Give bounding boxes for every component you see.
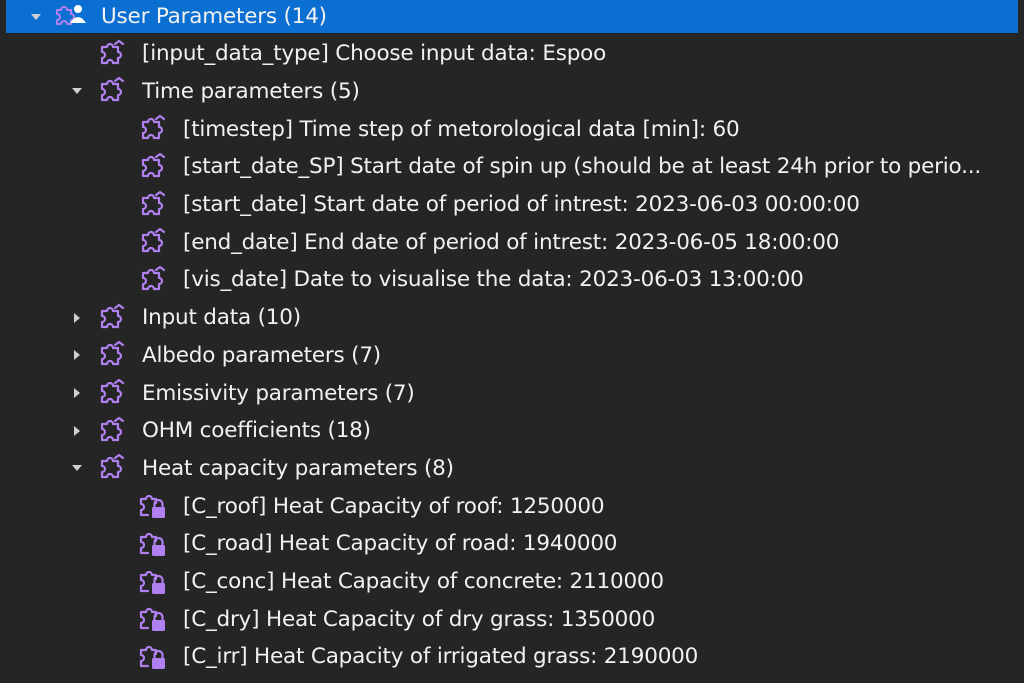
parameter-icon [95,376,129,410]
tree-row-label: [C_road] Heat Capacity of road: 1940000 [183,531,618,557]
tree-row-label: [vis_date] Date to visualise the data: 2… [183,267,804,293]
tree-row[interactable]: [end_date] End date of period of intrest… [0,223,1024,261]
chevron-down-icon[interactable] [67,458,87,478]
user-parameters-icon [54,0,88,34]
tree-row[interactable]: [C_dry] Heat Capacity of dry grass: 1350… [0,600,1024,638]
tree-row[interactable]: User Parameters (14) [6,0,1018,33]
tree-row[interactable]: Time parameters (5) [0,72,1024,110]
tree-row[interactable]: [start_date_SP] Start date of spin up (s… [0,148,1024,186]
tree-row[interactable]: Heat capacity parameters (8) [0,449,1024,487]
tree-row[interactable]: OHM coefficients (18) [0,412,1024,450]
tree-row[interactable]: Input data (10) [0,299,1024,337]
locked-parameter-icon [136,527,170,561]
tree-row[interactable]: [start_date] Start date of period of int… [0,186,1024,224]
tree-row[interactable]: [C_road] Heat Capacity of road: 1940000 [0,525,1024,563]
tree-row-label: OHM coefficients (18) [142,418,371,444]
chevron-down-icon[interactable] [67,81,87,101]
tree-row[interactable]: [C_roof] Heat Capacity of roof: 1250000 [0,487,1024,525]
tree-row-label: [C_irr] Heat Capacity of irrigated grass… [183,644,699,670]
tree-row-label: [C_roof] Heat Capacity of roof: 1250000 [183,493,605,519]
parameter-icon [136,263,170,297]
locked-parameter-icon [136,565,170,599]
parameter-icon [136,150,170,184]
tree-row[interactable]: [C_conc] Heat Capacity of concrete: 2110… [0,563,1024,601]
tree-row-label: [C_dry] Heat Capacity of dry grass: 1350… [183,606,656,632]
parameter-icon [95,301,129,335]
tree-row[interactable]: [C_irr] Heat Capacity of irrigated grass… [0,638,1024,676]
parameter-icon [136,225,170,259]
tree-row[interactable]: [timestep] Time step of metorological da… [0,110,1024,148]
tree-row-label: [C_conc] Heat Capacity of concrete: 2110… [183,569,664,594]
tree-row-label: [timestep] Time step of metorological da… [183,116,740,142]
parameter-icon [95,338,129,372]
locked-parameter-icon [136,678,170,683]
tree-row-label: [input_data_type] Choose input data: Esp… [142,41,607,67]
parameter-icon [95,37,129,71]
tree-row-label: Heat capacity parameters (8) [142,455,454,481]
tree-row[interactable]: [vis_date] Date to visualise the data: 2… [0,261,1024,299]
parameter-icon [95,74,129,108]
chevron-down-icon[interactable] [26,7,46,27]
chevron-right-icon[interactable] [67,421,87,441]
tree-row-label: Emissivity parameters (7) [142,380,415,406]
tree-row-label: Input data (10) [142,305,301,331]
tree-row[interactable]: Albedo parameters (7) [0,336,1024,374]
parameter-icon [95,451,129,485]
chevron-right-icon[interactable] [67,345,87,365]
locked-parameter-icon [136,489,170,523]
parameter-icon [136,112,170,146]
tree-row-label: User Parameters (14) [101,4,327,29]
locked-parameter-icon [136,640,170,674]
parameter-icon [95,414,129,448]
tree-row-label: [start_date_SP] Start date of spin up (s… [183,154,982,180]
tree-row-label: Time parameters (5) [142,78,360,104]
tree-row[interactable] [0,676,1024,683]
parameter-icon [136,188,170,222]
tree-row[interactable]: Emissivity parameters (7) [0,374,1024,412]
tree-row-label: [end_date] End date of period of intrest… [183,229,840,255]
parameter-tree[interactable]: User Parameters (14) [input_data_type] C… [0,0,1024,683]
chevron-right-icon[interactable] [67,308,87,328]
tree-row[interactable]: [input_data_type] Choose input data: Esp… [0,35,1024,73]
chevron-right-icon[interactable] [67,383,87,403]
tree-row-label: Albedo parameters (7) [142,342,381,368]
locked-parameter-icon [136,602,170,636]
tree-row-label: [start_date] Start date of period of int… [183,192,860,217]
